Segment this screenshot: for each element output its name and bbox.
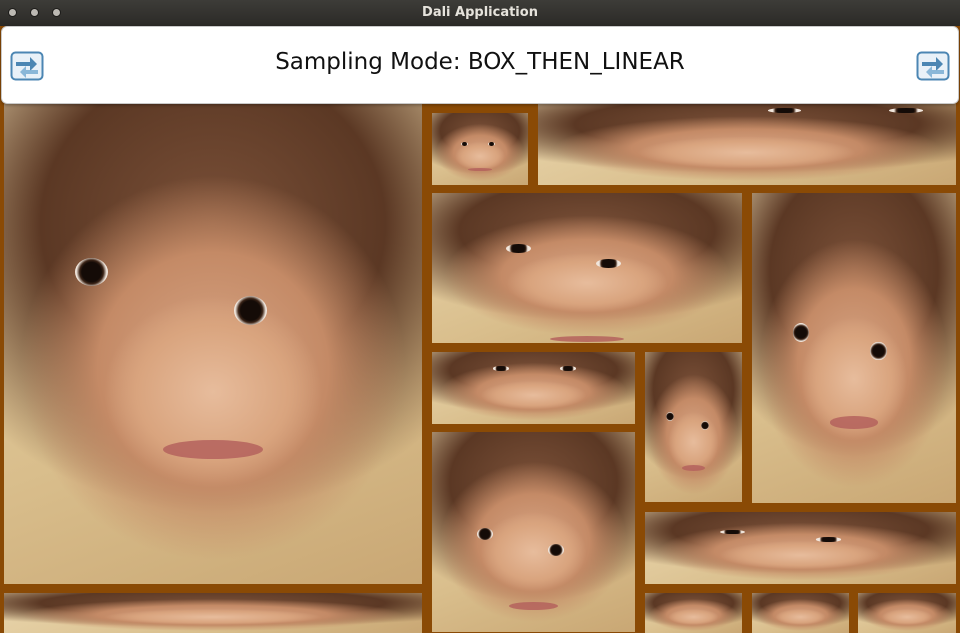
- window-titlebar: Dali Application: [0, 0, 960, 26]
- photo-tile: [645, 593, 742, 633]
- toolbar: Sampling Mode: BOX_THEN_LINEAR: [1, 26, 959, 104]
- photo-tile: [4, 593, 422, 633]
- maximize-window-button[interactable]: [53, 9, 60, 16]
- photo-tile: [752, 193, 956, 503]
- photo-tile: [858, 593, 956, 633]
- photo-tile: [432, 352, 635, 424]
- photo-tile: [645, 512, 956, 584]
- sampling-mode-title: Sampling Mode: BOX_THEN_LINEAR: [275, 49, 685, 75]
- photo-tile: [432, 193, 742, 343]
- photo-tile: [645, 352, 742, 502]
- photo-tile: [4, 104, 422, 584]
- minimize-window-button[interactable]: [31, 9, 38, 16]
- photo-tile: [432, 113, 528, 185]
- next-mode-button[interactable]: [916, 51, 950, 81]
- swap-arrows-icon: [916, 51, 950, 81]
- photo-tile: [432, 432, 635, 632]
- window-title: Dali Application: [422, 5, 538, 20]
- close-window-button[interactable]: [9, 9, 16, 16]
- photo-tile: [538, 104, 956, 185]
- photo-tile: [752, 593, 849, 633]
